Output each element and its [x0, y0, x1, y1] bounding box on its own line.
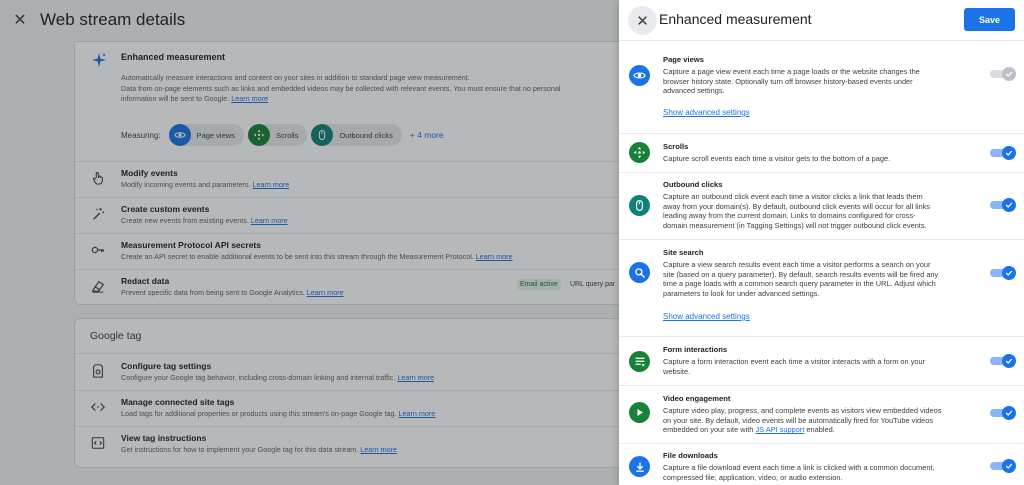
- setting-title: Video engagement: [663, 394, 731, 403]
- setting-description: Capture an outbound click event each tim…: [663, 192, 930, 230]
- video-engagement-toggle[interactable]: [990, 406, 1016, 420]
- panel-title: Enhanced measurement: [659, 11, 812, 27]
- js-api-support-link[interactable]: JS API support: [755, 425, 804, 434]
- save-button[interactable]: Save: [964, 8, 1015, 31]
- setting-description: Capture scroll events each time a visito…: [663, 154, 891, 163]
- page-views-toggle[interactable]: [990, 67, 1016, 81]
- setting-title: File downloads: [663, 451, 718, 460]
- setting-video-engagement: Video engagement Capture video play, pro…: [619, 386, 1024, 444]
- file-downloads-toggle[interactable]: [990, 459, 1016, 473]
- setting-title: Site search: [663, 248, 704, 257]
- setting-description: Capture a file download event each time …: [663, 463, 935, 482]
- setting-title: Page views: [663, 55, 704, 64]
- move-icon: [629, 142, 650, 163]
- eye-icon: [629, 65, 650, 86]
- setting-site-search: Site search Capture a view search result…: [619, 240, 1024, 337]
- check-icon: [1002, 459, 1016, 473]
- form-icon: [629, 351, 650, 372]
- check-icon: [1002, 406, 1016, 420]
- setting-description: Capture a form interaction event each ti…: [663, 357, 926, 376]
- enhanced-measurement-panel: ✕ Enhanced measurement Save Page views C…: [619, 0, 1024, 485]
- setting-page-views: Page views Capture a page view event eac…: [619, 41, 1024, 134]
- scrolls-toggle[interactable]: [990, 146, 1016, 160]
- close-icon[interactable]: ✕: [628, 6, 657, 35]
- check-icon: [1002, 67, 1016, 81]
- show-advanced-settings-link[interactable]: Show advanced settings: [663, 312, 750, 321]
- setting-title: Scrolls: [663, 142, 689, 151]
- play-icon: [629, 402, 650, 423]
- check-icon: [1002, 198, 1016, 212]
- setting-description: Capture a view search results event each…: [663, 260, 939, 298]
- check-icon: [1002, 354, 1016, 368]
- mouse-icon: [629, 195, 650, 216]
- setting-title: Form interactions: [663, 345, 728, 354]
- setting-scrolls: Scrolls Capture scroll events each time …: [619, 134, 1024, 173]
- download-icon: [629, 456, 650, 477]
- search-icon: [629, 262, 650, 283]
- setting-outbound-clicks: Outbound clicks Capture an outbound clic…: [619, 173, 1024, 240]
- setting-description: Capture video play, progress, and comple…: [663, 406, 942, 435]
- setting-form-interactions: Form interactions Capture a form interac…: [619, 337, 1024, 386]
- check-icon: [1002, 146, 1016, 160]
- panel-header: ✕ Enhanced measurement Save: [619, 0, 1024, 41]
- check-icon: [1002, 266, 1016, 280]
- site-search-toggle[interactable]: [990, 266, 1016, 280]
- setting-title: Outbound clicks: [663, 180, 723, 189]
- form-interactions-toggle[interactable]: [990, 354, 1016, 368]
- outbound-clicks-toggle[interactable]: [990, 198, 1016, 212]
- setting-description: Capture a page view event each time a pa…: [663, 67, 920, 96]
- setting-file-downloads: File downloads Capture a file download e…: [619, 444, 1024, 485]
- show-advanced-settings-link[interactable]: Show advanced settings: [663, 108, 750, 117]
